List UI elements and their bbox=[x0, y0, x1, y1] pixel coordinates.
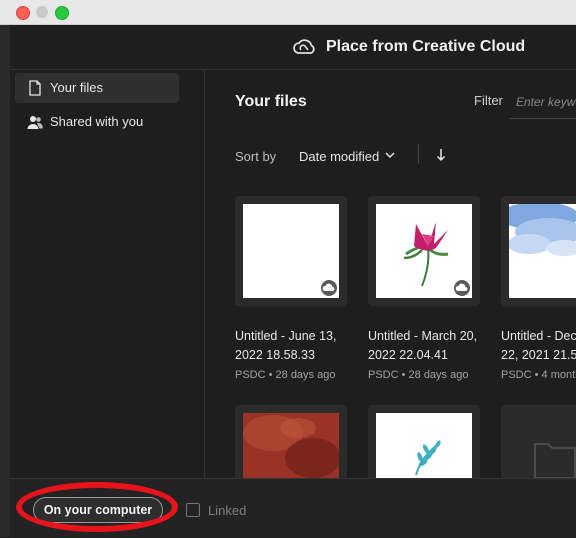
cloud-icon bbox=[321, 280, 337, 296]
folder-icon bbox=[534, 443, 576, 478]
sidebar-item-label: Your files bbox=[50, 80, 103, 95]
chevron-down-icon[interactable] bbox=[384, 149, 396, 161]
cloud-icon bbox=[454, 280, 470, 296]
section-title: Your files bbox=[235, 93, 307, 110]
sort-dropdown[interactable]: Date modified bbox=[299, 149, 379, 164]
file-name: Untitled - Dec bbox=[501, 329, 576, 343]
creative-cloud-icon bbox=[293, 39, 315, 54]
red-texture-image bbox=[243, 413, 339, 478]
people-icon bbox=[27, 116, 43, 129]
file-meta: PSDC • 4 months bbox=[501, 369, 576, 381]
file-name: Untitled - March 20, bbox=[368, 329, 478, 343]
linked-checkbox[interactable] bbox=[186, 503, 200, 517]
file-card[interactable] bbox=[368, 196, 480, 306]
zoom-window-button[interactable] bbox=[55, 6, 69, 20]
file-name: 2022 18.58.33 bbox=[235, 348, 315, 362]
linked-label: Linked bbox=[208, 503, 247, 518]
file-card[interactable] bbox=[501, 196, 576, 306]
file-card[interactable] bbox=[235, 405, 347, 478]
file-card[interactable] bbox=[368, 405, 480, 478]
filter-label: Filter bbox=[474, 93, 503, 108]
leaf-image bbox=[415, 440, 441, 476]
minimize-window-button[interactable] bbox=[36, 6, 48, 18]
file-thumbnail bbox=[243, 413, 339, 478]
divider bbox=[418, 144, 419, 164]
arrow-down-icon[interactable] bbox=[435, 147, 447, 163]
sidebar-item-your-files[interactable]: Your files bbox=[15, 73, 179, 103]
file-name: Untitled - June 13, bbox=[235, 329, 337, 343]
dialog-title: Place from Creative Cloud bbox=[326, 38, 526, 55]
folder-card[interactable] bbox=[501, 405, 576, 478]
file-thumbnail bbox=[376, 413, 472, 478]
sidebar-item-label: Shared with you bbox=[50, 114, 144, 129]
window-edge bbox=[0, 25, 10, 537]
window-titlebar bbox=[0, 0, 576, 25]
file-name: 22, 2021 21.54.4 bbox=[501, 348, 576, 362]
sidebar-item-shared-with-you[interactable]: Shared with you bbox=[15, 107, 179, 137]
sort-by-label: Sort by bbox=[235, 149, 277, 164]
watercolor-image bbox=[509, 204, 576, 256]
close-window-button[interactable] bbox=[16, 6, 30, 20]
file-name: 2022 22.04.41 bbox=[368, 348, 448, 362]
file-thumbnail bbox=[509, 204, 576, 298]
file-card[interactable] bbox=[235, 196, 347, 306]
file-meta: PSDC • 28 days ago bbox=[368, 369, 469, 381]
document-icon bbox=[29, 80, 41, 96]
filter-input[interactable] bbox=[510, 86, 576, 119]
highlight-circle-annotation bbox=[16, 482, 178, 532]
file-meta: PSDC • 28 days ago bbox=[235, 369, 336, 381]
